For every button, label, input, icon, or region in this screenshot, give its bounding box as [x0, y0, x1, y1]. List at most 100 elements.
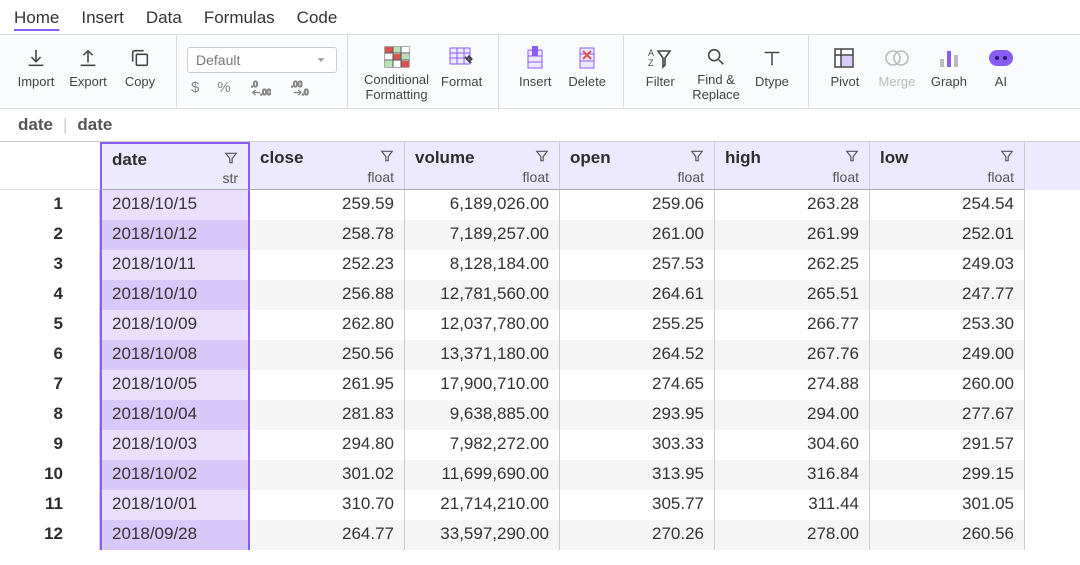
cell-date[interactable]: 2018/09/28	[100, 520, 250, 550]
export-button[interactable]: Export	[62, 39, 114, 104]
cell-volume[interactable]: 17,900,710.00	[405, 370, 560, 400]
tab-code[interactable]: Code	[295, 6, 340, 34]
colhead-date[interactable]: date str	[100, 142, 250, 190]
format-button[interactable]: Format	[435, 39, 488, 104]
cell-high[interactable]: 278.00	[715, 520, 870, 550]
dtype-button[interactable]: Dtype	[746, 39, 798, 104]
graph-button[interactable]: Graph	[923, 39, 975, 104]
row-number[interactable]: 4	[0, 280, 100, 310]
increase-decimal-button[interactable]: .00.0	[289, 79, 311, 97]
filter-icon[interactable]	[380, 149, 394, 163]
cell-low[interactable]: 277.67	[870, 400, 1025, 430]
filter-icon[interactable]	[535, 149, 549, 163]
row-number[interactable]: 2	[0, 220, 100, 250]
row-number[interactable]: 9	[0, 430, 100, 460]
filter-icon[interactable]	[224, 151, 238, 165]
decrease-decimal-button[interactable]: .0.00	[249, 79, 271, 97]
cell-high[interactable]: 274.88	[715, 370, 870, 400]
cell-volume[interactable]: 8,128,184.00	[405, 250, 560, 280]
row-number[interactable]: 10	[0, 460, 100, 490]
ai-button[interactable]: AI	[975, 39, 1027, 104]
cell-close[interactable]: 256.88	[250, 280, 405, 310]
cell-high[interactable]: 304.60	[715, 430, 870, 460]
cell-low[interactable]: 254.54	[870, 190, 1025, 220]
cell-volume[interactable]: 13,371,180.00	[405, 340, 560, 370]
cell-high[interactable]: 267.76	[715, 340, 870, 370]
cell-volume[interactable]: 21,714,210.00	[405, 490, 560, 520]
cell-date[interactable]: 2018/10/11	[100, 250, 250, 280]
find-replace-button[interactable]: Find & Replace	[686, 39, 746, 104]
cell-date[interactable]: 2018/10/04	[100, 400, 250, 430]
copy-button[interactable]: Copy	[114, 39, 166, 104]
filter-button[interactable]: AZ Filter	[634, 39, 686, 104]
cell-date[interactable]: 2018/10/02	[100, 460, 250, 490]
filter-icon[interactable]	[1000, 149, 1014, 163]
cell-close[interactable]: 310.70	[250, 490, 405, 520]
cell-close[interactable]: 264.77	[250, 520, 405, 550]
cell-date[interactable]: 2018/10/12	[100, 220, 250, 250]
cell-low[interactable]: 252.01	[870, 220, 1025, 250]
tab-home[interactable]: Home	[12, 6, 61, 34]
cell-high[interactable]: 266.77	[715, 310, 870, 340]
percent-button[interactable]: %	[217, 79, 230, 96]
cell-open[interactable]: 264.52	[560, 340, 715, 370]
cell-date[interactable]: 2018/10/15	[100, 190, 250, 220]
number-format-select[interactable]: Default	[187, 47, 337, 73]
cell-date[interactable]: 2018/10/10	[100, 280, 250, 310]
cell-close[interactable]: 261.95	[250, 370, 405, 400]
cell-open[interactable]: 257.53	[560, 250, 715, 280]
cell-volume[interactable]: 7,982,272.00	[405, 430, 560, 460]
insert-button[interactable]: Insert	[509, 39, 561, 104]
row-number[interactable]: 6	[0, 340, 100, 370]
cell-volume[interactable]: 7,189,257.00	[405, 220, 560, 250]
import-button[interactable]: Import	[10, 39, 62, 104]
row-number[interactable]: 1	[0, 190, 100, 220]
cell-volume[interactable]: 12,037,780.00	[405, 310, 560, 340]
colhead-open[interactable]: open float	[560, 142, 715, 190]
cell-volume[interactable]: 12,781,560.00	[405, 280, 560, 310]
cell-date[interactable]: 2018/10/01	[100, 490, 250, 520]
cell-high[interactable]: 263.28	[715, 190, 870, 220]
row-number[interactable]: 11	[0, 490, 100, 520]
cell-volume[interactable]: 33,597,290.00	[405, 520, 560, 550]
cell-close[interactable]: 294.80	[250, 430, 405, 460]
cell-low[interactable]: 260.56	[870, 520, 1025, 550]
cell-close[interactable]: 258.78	[250, 220, 405, 250]
cell-open[interactable]: 303.33	[560, 430, 715, 460]
cell-close[interactable]: 281.83	[250, 400, 405, 430]
cell-low[interactable]: 249.00	[870, 340, 1025, 370]
filter-icon[interactable]	[845, 149, 859, 163]
cell-high[interactable]: 262.25	[715, 250, 870, 280]
cell-open[interactable]: 255.25	[560, 310, 715, 340]
row-number[interactable]: 5	[0, 310, 100, 340]
cell-close[interactable]: 252.23	[250, 250, 405, 280]
colhead-volume[interactable]: volume float	[405, 142, 560, 190]
cell-low[interactable]: 253.30	[870, 310, 1025, 340]
cell-date[interactable]: 2018/10/05	[100, 370, 250, 400]
cell-date[interactable]: 2018/10/08	[100, 340, 250, 370]
cell-low[interactable]: 260.00	[870, 370, 1025, 400]
cell-low[interactable]: 291.57	[870, 430, 1025, 460]
corner-cell[interactable]	[0, 142, 100, 190]
merge-button[interactable]: Merge	[871, 39, 923, 104]
cell-low[interactable]: 247.77	[870, 280, 1025, 310]
cell-volume[interactable]: 9,638,885.00	[405, 400, 560, 430]
cell-date[interactable]: 2018/10/09	[100, 310, 250, 340]
cell-low[interactable]: 301.05	[870, 490, 1025, 520]
row-number[interactable]: 8	[0, 400, 100, 430]
cell-close[interactable]: 250.56	[250, 340, 405, 370]
cell-open[interactable]: 305.77	[560, 490, 715, 520]
pivot-button[interactable]: Pivot	[819, 39, 871, 104]
cell-low[interactable]: 249.03	[870, 250, 1025, 280]
cell-close[interactable]: 262.80	[250, 310, 405, 340]
colhead-close[interactable]: close float	[250, 142, 405, 190]
cell-open[interactable]: 313.95	[560, 460, 715, 490]
delete-button[interactable]: Delete	[561, 39, 613, 104]
colhead-high[interactable]: high float	[715, 142, 870, 190]
cell-high[interactable]: 316.84	[715, 460, 870, 490]
cell-open[interactable]: 274.65	[560, 370, 715, 400]
currency-button[interactable]: $	[191, 79, 199, 96]
cell-open[interactable]: 259.06	[560, 190, 715, 220]
cell-open[interactable]: 270.26	[560, 520, 715, 550]
cell-close[interactable]: 259.59	[250, 190, 405, 220]
